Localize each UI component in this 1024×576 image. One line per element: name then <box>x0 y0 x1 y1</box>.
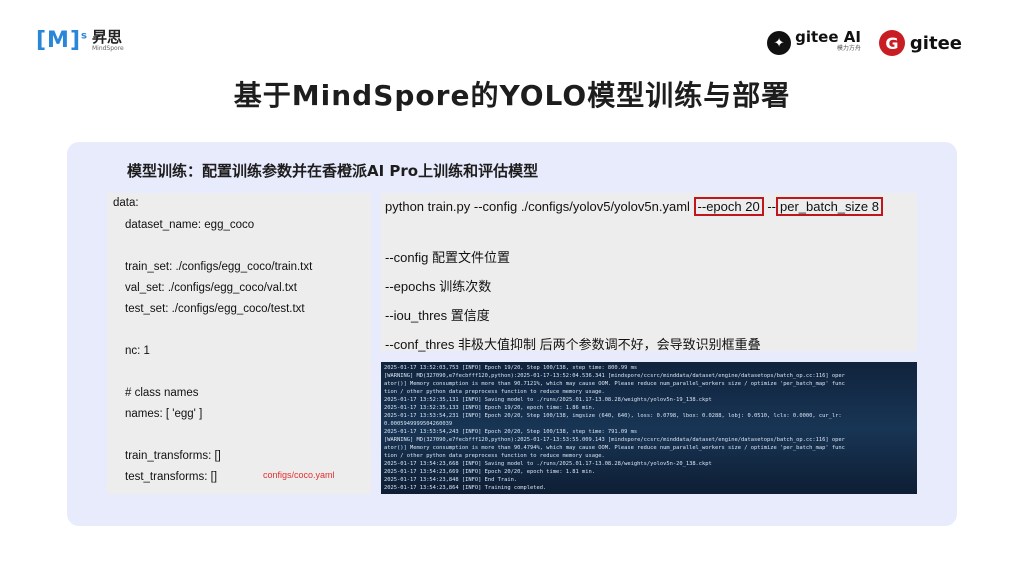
mindspore-logo-mark: [M]s <box>36 28 88 53</box>
mindspore-logo-cn: 昇思 <box>91 27 122 46</box>
config-file-note: configs/coco.yaml <box>263 470 335 480</box>
gitee-ai-text: gitee AI <box>795 28 861 46</box>
gitee-ai-sub: 模力方舟 <box>836 45 861 52</box>
mindspore-logo-sub: MindSpore <box>91 44 124 52</box>
gitee-ai-logo: ✦ gitee AI 模力方舟 <box>767 28 861 55</box>
training-log-terminal: 2025-01-17 13:52:03,753 [INFO] Epoch 19/… <box>381 362 917 494</box>
log-line: 2025-01-17 13:54:23,669 [INFO] Epoch 20/… <box>384 469 595 475</box>
log-line: ator()] Memory consumption is more than … <box>384 381 845 387</box>
gitee-text: gitee <box>909 32 962 54</box>
batch-size-highlight: per_batch_size 8 <box>775 197 883 216</box>
config-yaml-box: data: dataset_name: egg_coco train_set: … <box>107 193 371 494</box>
config-line: dataset_name: egg_coco <box>125 219 255 231</box>
page-title: 基于MindSpore的YOLO模型训练与部署 <box>233 79 791 112</box>
config-line: val_set: ./configs/egg_coco/val.txt <box>125 282 297 294</box>
config-line: train_transforms: [] <box>125 450 221 462</box>
gitee-logo: G gitee <box>878 30 962 56</box>
config-line: train_set: ./configs/egg_coco/train.txt <box>125 261 313 273</box>
command-box: python train.py --config ./configs/yolov… <box>381 193 917 352</box>
epoch-highlight: --epoch 20 <box>693 197 764 216</box>
partner-logos: ✦ gitee AI 模力方舟 G gitee <box>767 30 962 56</box>
option-epochs: --epochs 训练次数 <box>385 279 492 294</box>
log-line: tion / other python data preprocess func… <box>384 453 605 459</box>
log-line: 2025-01-17 13:52:35,133 [INFO] Epoch 19/… <box>384 405 595 411</box>
log-line: 2025-01-17 13:53:54,231 [INFO] Epoch 20/… <box>384 413 842 419</box>
config-line: test_transforms: [] <box>125 471 218 483</box>
log-line: [WARNING] MD(327090,e7fecbfff120,python)… <box>384 437 845 443</box>
log-line: 0.0005949999504260039 <box>384 421 453 427</box>
log-line: [WARNING] MD(327090,e7fecbfff120,python)… <box>384 373 845 379</box>
config-line: # class names <box>125 387 199 399</box>
log-line: 2025-01-17 13:53:54,243 [INFO] Epoch 20/… <box>384 429 638 435</box>
log-line: 2025-01-17 13:54:23,848 [INFO] End Train… <box>384 477 518 483</box>
option-iou-thres: --iou_thres 置信度 <box>385 308 490 323</box>
config-line: test_set: ./configs/egg_coco/test.txt <box>125 303 305 315</box>
gitee-icon: G <box>878 30 905 56</box>
config-line: data: <box>113 197 139 209</box>
log-line: 2025-01-17 13:52:03,753 [INFO] Epoch 19/… <box>384 365 638 371</box>
log-line: ator()] Memory consumption is more than … <box>384 445 845 451</box>
config-line: names: [ 'egg' ] <box>125 408 203 420</box>
option-config: --config 配置文件位置 <box>385 250 510 265</box>
gitee-ai-icon: ✦ <box>767 31 792 55</box>
config-line: nc: 1 <box>125 345 150 357</box>
mindspore-logo: [M]s 昇思 MindSpore <box>36 28 124 53</box>
option-conf-thres: --conf_thres 非极大值抑制 后两个参数调不好，会导致识别框重叠 <box>385 337 761 352</box>
log-line: 2025-01-17 13:52:35,131 [INFO] Saving mo… <box>384 397 712 403</box>
log-line: 2025-01-17 13:54:23,668 [INFO] Saving mo… <box>384 461 712 467</box>
log-line: 2025-01-17 13:54:23,864 [INFO] Training … <box>384 485 547 491</box>
section-subtitle: 模型训练：配置训练参数并在香橙派AI Pro上训练和评估模型 <box>127 162 539 180</box>
log-line: tion / other python data preprocess func… <box>384 389 605 395</box>
train-command: python train.py --config ./configs/yolov… <box>385 197 883 216</box>
